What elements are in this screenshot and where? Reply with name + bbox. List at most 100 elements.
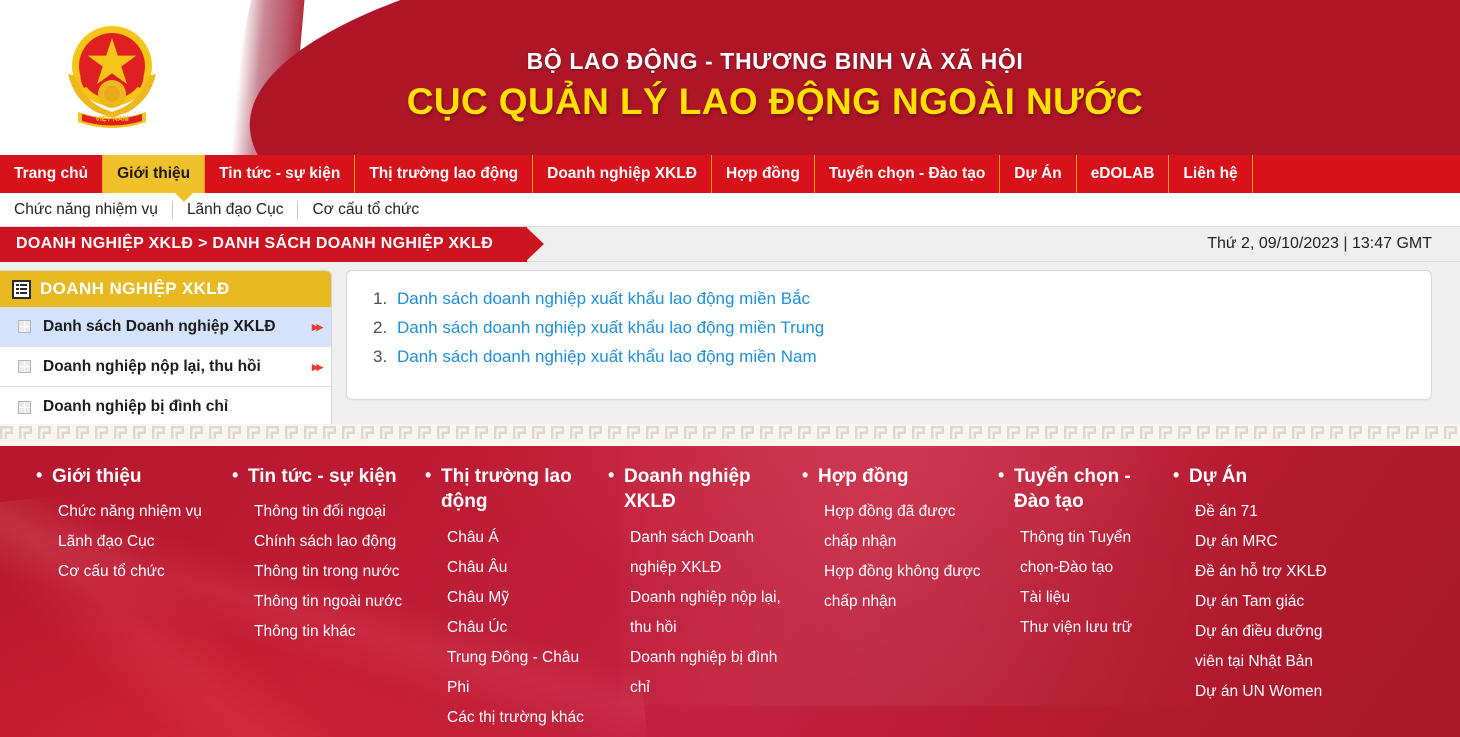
region-link-list: Danh sách doanh nghiệp xuất khẩu lao độn… [367,289,1411,367]
nav-item-8[interactable]: eDOLAB [1077,155,1170,193]
footer-column-title: Dự Án [1173,463,1355,489]
footer-link[interactable]: Lãnh đạo Cục [58,527,224,557]
footer-column-title: Tin tức - sự kiện [232,463,417,489]
footer-link[interactable]: Châu Âu [447,553,600,583]
footer-column-title: Giới thiệu [36,463,224,489]
footer-link[interactable]: Tài liệu [1020,583,1165,613]
footer-columns: Giới thiệu Chức năng nhiệm vụLãnh đạo Cục… [0,446,1460,733]
sidebar-item-0[interactable]: Danh sách Doanh nghiệp XKLĐ ▸▸ [0,307,331,347]
subnav-item-0[interactable]: Chức năng nhiệm vụ [14,201,172,219]
footer-link[interactable]: Dự án Tam giác [1195,587,1355,617]
footer-link-list: Châu Á Châu Âu Châu Mỹ Châu Úc Trung Đông - … [425,523,600,733]
nav-item-label: Trang chủ [14,165,89,182]
footer-link[interactable]: Cơ cấu tổ chức [58,557,224,587]
nav-active-pointer-icon [175,193,193,202]
nav-item-label: Hợp đồng [725,165,800,182]
sidebar-header: DOANH NGHIỆP XKLĐ [0,271,331,307]
nav-item-label: Liên hệ [1183,165,1238,182]
list-item: Danh sách doanh nghiệp xuất khẩu lao độn… [367,318,1411,338]
list-icon [12,279,31,299]
nav-item-1[interactable]: Giới thiệu [103,155,206,193]
nav-item-label: eDOLAB [1090,165,1155,182]
sidebar-item-1[interactable]: Doanh nghiệp nộp lại, thu hồi ▸▸ [0,347,331,387]
nav-item-label: Dự Án [1014,165,1062,182]
svg-text:VIỆT NAM: VIỆT NAM [95,114,129,123]
footer-link[interactable]: Châu Mỹ [447,583,600,613]
breadcrumb-bar: DOANH NGHIỆP XKLĐ > DANH SÁCH DOANH NGHI… [0,226,1460,262]
nav-item-9[interactable]: Liên hệ [1169,155,1253,193]
site-header: VIỆT NAM BỘ LAO ĐỘNG - THƯƠNG BINH VÀ XÃ… [0,0,1460,155]
footer-link-list: Hợp đồng đã được chấp nhận Hợp đồng không… [802,497,990,617]
footer-link[interactable]: Thông tin đối ngoại [254,497,417,527]
nav-item-label: Thị trường lao động [369,165,519,182]
footer-column-title: Doanh nghiệp XKLĐ [608,463,794,515]
site-footer: Giới thiệu Chức năng nhiệm vụLãnh đạo Cục… [0,446,1460,737]
nav-item-2[interactable]: Tin tức - sự kiện [205,155,356,193]
nav-item-label: Giới thiệu [117,165,191,182]
footer-link[interactable]: Châu Úc [447,613,600,643]
sidebar-item-label: Doanh nghiệp bị đình chỉ [43,398,229,415]
footer-link[interactable]: Doanh nghiệp nộp lại, thu hồi [630,583,794,643]
footer-link[interactable]: Thông tin trong nước [254,557,417,587]
vietnam-emblem-icon: VIỆT NAM [48,14,176,142]
main-navigation: Trang chủ Giới thiệu Tin tức - sự kiện Thị … [0,155,1460,202]
meander-pattern [0,424,1460,440]
nav-item-0[interactable]: Trang chủ [0,155,104,193]
footer-link-list: Danh sách Doanh nghiệp XKLĐ Doanh nghiệp … [608,523,794,703]
body-wrapper: DOANH NGHIỆP XKLĐ Danh sách Doanh nghiệp… [0,262,1460,428]
footer-link[interactable]: Thư viện lưu trữ [1020,613,1165,643]
footer-link[interactable]: Đề án hỗ trợ XKLĐ [1195,557,1355,587]
expand-plus-icon[interactable] [18,400,31,414]
footer-column-5: Tuyển chọn - Đào tạo Thông tin Tuyển chọn… [998,463,1173,733]
nav-item-label: Doanh nghiệp XKLĐ [547,165,697,182]
sidebar-item-2[interactable]: Doanh nghiệp bị đình chỉ [0,387,331,427]
subnav-item-1[interactable]: Lãnh đạo Cục [173,201,298,219]
footer-link[interactable]: Thông tin khác [254,617,417,647]
footer-link[interactable]: Chính sách lao động [254,527,417,557]
footer-column-0: Giới thiệu Chức năng nhiệm vụLãnh đạo Cục… [36,463,232,733]
footer-column-title: Tuyển chọn - Đào tạo [998,463,1165,515]
footer-link[interactable]: Dự án MRC [1195,527,1355,557]
expand-plus-icon[interactable] [18,320,31,333]
footer-link-list: Đề án 71 Dự án MRC Đề án hỗ trợ XKLĐ Dự án … [1173,497,1355,707]
footer-link[interactable]: Thông tin Tuyển chọn-Đào tạo [1020,523,1165,583]
nav-item-6[interactable]: Tuyển chọn - Đào tạo [815,155,1001,193]
footer-column-title: Hợp đồng [802,463,990,489]
region-link-0[interactable]: Danh sách doanh nghiệp xuất khẩu lao độn… [397,289,810,308]
footer-column-3: Doanh nghiệp XKLĐ Danh sách Doanh nghiệp … [608,463,802,733]
department-title: CỤC QUẢN LÝ LAO ĐỘNG NGOÀI NƯỚC [406,81,1144,122]
expand-plus-icon[interactable] [18,360,31,373]
list-item: Danh sách doanh nghiệp xuất khẩu lao độn… [367,289,1411,309]
meander-divider [0,424,1460,446]
region-link-2[interactable]: Danh sách doanh nghiệp xuất khẩu lao độn… [397,347,817,366]
footer-link[interactable]: Hợp đồng không được chấp nhận [824,557,990,617]
sub-navigation: Chức năng nhiệm vụ Lãnh đạo Cục Cơ cấu tổ … [0,193,1460,227]
footer-column-6: Dự ÁnĐề án 71Dự án MRCĐề án hỗ trợ XKLĐD… [1173,463,1363,733]
footer-link[interactable]: Châu Á [447,523,600,553]
header-titles: BỘ LAO ĐỘNG - THƯƠNG BINH VÀ XÃ HỘI CỤC … [330,48,1220,123]
sidebar-item-label: Danh sách Doanh nghiệp XKLĐ [43,317,276,335]
footer-link[interactable]: Dự án điều dưỡng viên tại Nhật Bản [1195,617,1355,677]
footer-link[interactable]: Danh sách Doanh nghiệp XKLĐ [630,523,794,583]
nav-item-3[interactable]: Thị trường lao động [355,155,534,193]
footer-link[interactable]: Dự án UN Women [1195,677,1355,707]
footer-link[interactable]: Đề án 71 [1195,497,1355,527]
footer-link[interactable]: Các thị trường khác [447,703,600,733]
nav-item-7[interactable]: Dự Án [1000,155,1077,193]
nav-item-4[interactable]: Doanh nghiệp XKLĐ [533,155,712,193]
nav-item-label: Tin tức - sự kiện [219,165,341,182]
footer-link[interactable]: Trung Đông - Châu Phi [447,643,600,703]
nav-item-label: Tuyển chọn - Đào tạo [828,165,986,182]
nav-item-5[interactable]: Hợp đồng [712,155,815,193]
footer-link[interactable]: Doanh nghiệp bị đình chỉ [630,643,794,703]
footer-link[interactable]: Chức năng nhiệm vụ [58,497,224,527]
sidebar-item-label: Doanh nghiệp nộp lại, thu hồi [43,357,261,375]
footer-link[interactable]: Thông tin ngoài nước [254,587,417,617]
footer-column-title: Thị trường lao động [425,463,600,515]
region-link-1[interactable]: Danh sách doanh nghiệp xuất khẩu lao độn… [397,318,824,337]
footer-link[interactable]: Hợp đồng đã được chấp nhận [824,497,990,557]
list-item: Danh sách doanh nghiệp xuất khẩu lao độn… [367,347,1411,367]
subnav-item-2[interactable]: Cơ cấu tổ chức [298,201,433,219]
sidebar-title: DOANH NGHIỆP XKLĐ [40,279,230,298]
ministry-title: BỘ LAO ĐỘNG - THƯƠNG BINH VÀ XÃ HỘI [526,48,1024,74]
